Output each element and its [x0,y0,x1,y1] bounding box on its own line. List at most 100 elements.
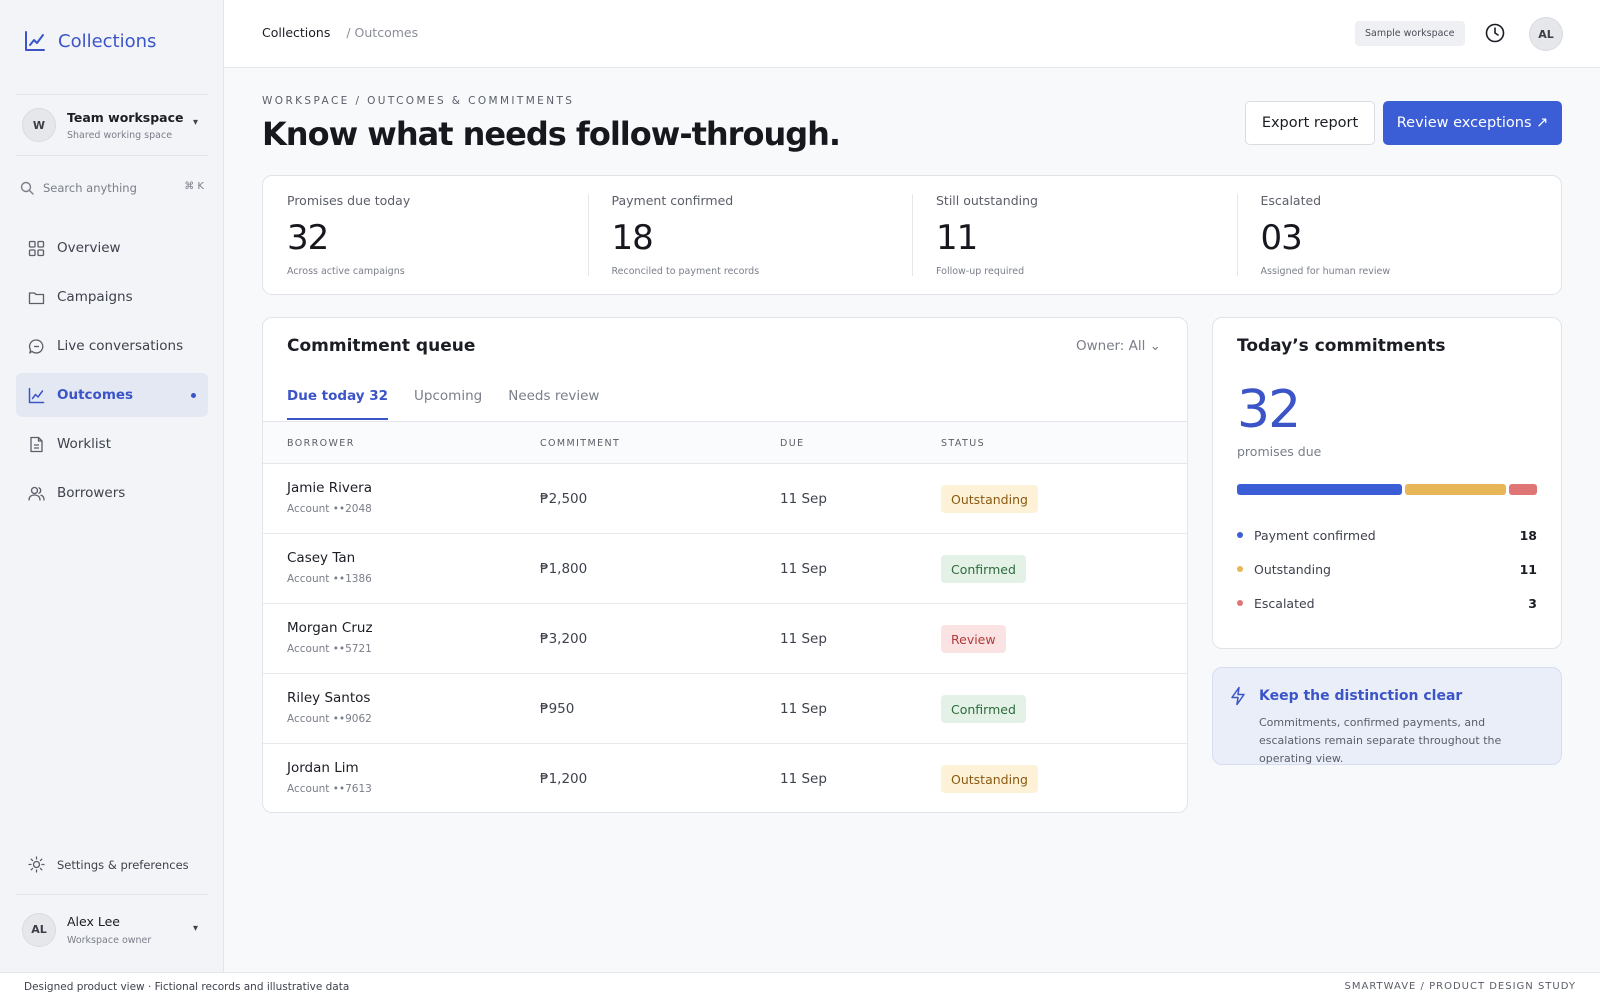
workspace-name: Team workspace [67,109,184,125]
legend-label: Payment confirmed [1254,527,1376,543]
settings-link[interactable]: Settings & preferences [28,856,189,873]
borrower-name: Casey Tan [287,550,356,566]
breakdown-segment [1509,484,1537,495]
lightning-icon [1231,686,1245,706]
legend-item: Escalated 3 [1237,586,1537,620]
breadcrumb-root[interactable]: Collections [262,25,330,40]
breakdown-legend: Payment confirmed 18 Outstanding 11 Escalate… [1237,518,1537,620]
gear-icon [28,856,45,873]
sidebar: Collections W Team workspace Shared work… [0,0,224,972]
stats-strip: Promises due today 32 Across active camp… [262,175,1562,295]
topbar: Collections / Outcomes Sample workspace … [224,0,1600,68]
table-row[interactable]: Morgan Cruz Account ••5721 ₱3,200 11 Sep Rev… [263,604,1187,674]
document-icon [30,436,43,452]
workspace-subtitle: Shared working space [67,129,173,141]
search-icon [20,181,34,195]
active-indicator [191,393,196,398]
stat-label: Still outstanding [936,193,1038,208]
tab-upcoming[interactable]: Upcoming [414,388,482,420]
tip-title: Keep the distinction clear [1259,688,1463,704]
breakdown-segment [1237,484,1403,495]
legend-dot [1237,532,1243,538]
footer-note: Designed product view · Fictional record… [24,981,350,993]
legend-dot [1237,600,1243,606]
legend-label: Outstanding [1254,561,1331,577]
status-badge: Confirmed [941,555,1026,583]
workspace-badge: Sample workspace [1355,21,1465,46]
commitment-queue: Commitment queue Owner: All ⌄ Due today … [262,317,1188,813]
settings-label: Settings & preferences [57,857,189,872]
account-number: Account ••9062 [287,713,372,725]
stat-payment-confirmed: Payment confirmed 18 Reconciled to payme… [587,176,913,294]
stat-note: Follow-up required [936,266,1025,277]
search-input[interactable]: Search anything ⌘ K [20,178,204,198]
column-header-due: DUE [780,438,805,449]
due-date: 11 Sep [780,631,827,647]
borrower-name: Morgan Cruz [287,620,373,636]
stat-note: Reconciled to payment records [611,266,760,277]
tab-needs-review[interactable]: Needs review [508,388,599,420]
breadcrumb: Collections / Outcomes [262,25,418,40]
account-number: Account ••7613 [287,783,372,795]
stat-label: Escalated [1260,193,1322,208]
tab-due-today[interactable]: Due today 32 [287,388,389,420]
sidebar-item-worklist[interactable]: Worklist [16,422,208,466]
sidebar-item-label: Worklist [57,436,112,452]
avatar[interactable]: AL [1529,17,1563,51]
status-badge: Outstanding [941,485,1038,513]
todays-commitments-card: Today’s commitments 32 promises due Paym… [1212,317,1562,649]
sidebar-item-campaigns[interactable]: Campaigns [16,275,208,319]
chart-line-icon [25,31,45,51]
review-exceptions-button[interactable]: Review exceptions ↗ [1383,101,1562,145]
sidebar-item-label: Outcomes [57,387,134,403]
stat-note: Assigned for human review [1260,266,1391,277]
legend-dot [1237,566,1243,572]
sidebar-item-outcomes[interactable]: Outcomes [16,373,208,417]
stat-promises-due: Promises due today 32 Across active camp… [263,176,588,294]
stat-label: Payment confirmed [611,193,734,208]
stat-note: Across active campaigns [287,266,405,277]
commitment-amount: ₱950 [540,701,575,717]
sidebar-item-borrowers[interactable]: Borrowers [16,471,208,515]
user-name: Alex Lee [67,913,120,929]
stat-value: 18 [611,218,654,258]
table-row[interactable]: Riley Santos Account ••9062 ₱950 11 Sep Conf… [263,674,1187,744]
sidebar-item-live-conversations[interactable]: Live conversations [16,324,208,368]
table-row[interactable]: Jamie Rivera Account ••2048 ₱2,500 11 Sep Ou… [263,464,1187,534]
borrower-name: Jamie Rivera [287,480,373,496]
history-button[interactable] [1484,22,1506,48]
stat-value: 32 [287,218,329,258]
brand[interactable]: Collections [24,30,156,52]
chat-icon [28,338,44,354]
export-report-button[interactable]: Export report [1245,101,1375,145]
workspace-switcher[interactable]: W Team workspace Shared working space ▾ [16,94,208,156]
user-menu[interactable]: AL Alex Lee Workspace owner ▾ [16,894,208,964]
due-date: 11 Sep [780,491,827,507]
queue-title: Commitment queue [287,336,476,356]
table-row[interactable]: Jordan Lim Account ••7613 ₱1,200 11 Sep Outs… [263,744,1187,812]
sidebar-item-overview[interactable]: Overview [16,226,208,270]
clock-icon [1485,23,1505,43]
legend-value: 11 [1519,561,1537,577]
table-body: Jamie Rivera Account ••2048 ₱2,500 11 Sep Ou… [263,464,1187,812]
card-title: Today’s commitments [1237,336,1446,356]
breakdown-bar [1237,484,1537,495]
due-date: 11 Sep [780,771,827,787]
brand-name: Collections [58,30,157,52]
table-header: BORROWER COMMITMENT DUE STATUS [263,422,1187,464]
due-date: 11 Sep [780,701,827,717]
sidebar-item-label: Borrowers [57,485,126,501]
grid-icon [28,240,45,256]
commitment-amount: ₱1,200 [540,771,588,787]
footer-credit: SMARTWAVE / PRODUCT DESIGN STUDY [1344,981,1576,992]
tip-card: Keep the distinction clear Commitments, … [1212,667,1562,765]
table-row[interactable]: Casey Tan Account ••1386 ₱1,800 11 Sep Confi… [263,534,1187,604]
owner-filter[interactable]: Owner: All ⌄ [1076,338,1161,354]
users-icon [28,486,45,501]
page-eyebrow: WORKSPACE / OUTCOMES & COMMITMENTS [262,95,575,107]
sidebar-item-label: Campaigns [57,289,133,305]
legend-label: Escalated [1254,595,1315,611]
breakdown-segment [1405,484,1507,495]
page-title: Know what needs follow-through. [262,115,841,153]
search-placeholder: Search anything [43,181,137,195]
